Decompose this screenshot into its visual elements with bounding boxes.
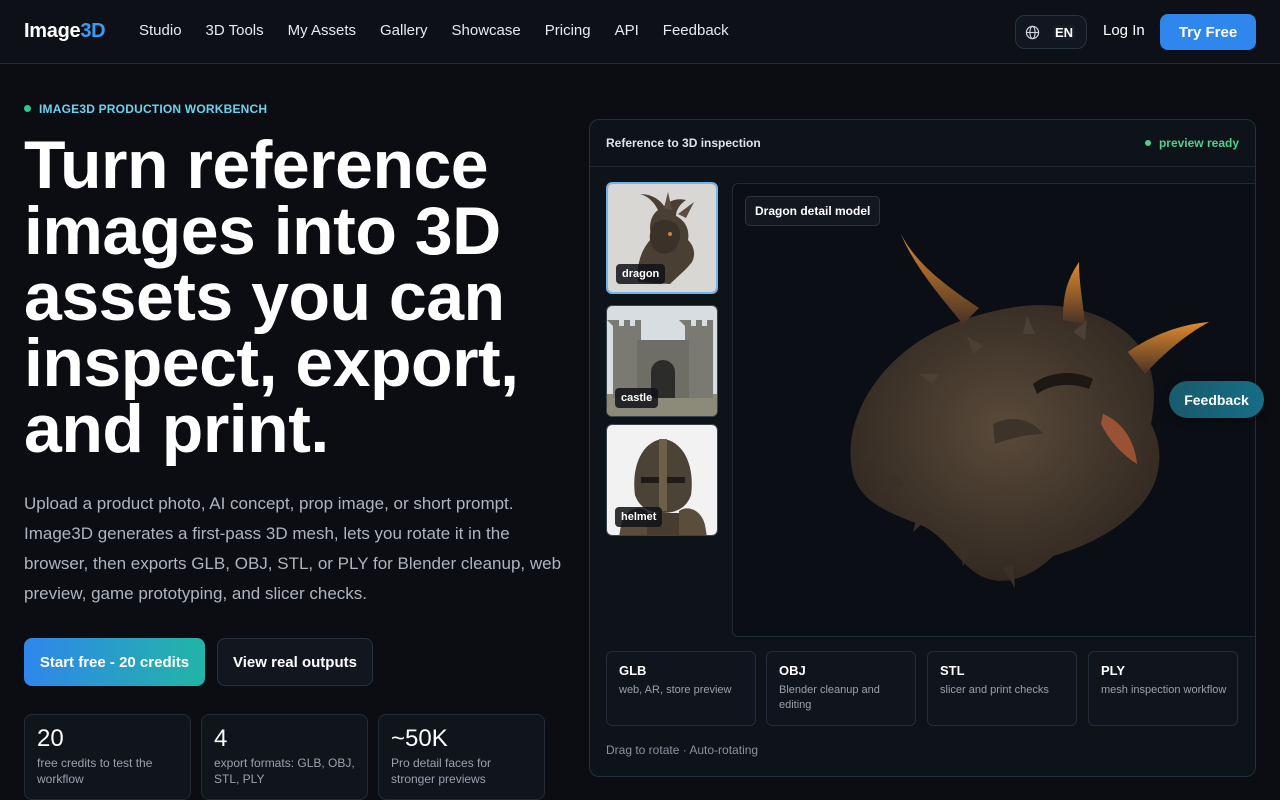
stat-card-faces: ~50K Pro detail faces for stronger previ… xyxy=(378,714,545,800)
logo-text: Image xyxy=(24,20,81,42)
format-name: OBJ xyxy=(779,663,806,678)
language-selector[interactable]: EN xyxy=(1015,15,1087,49)
login-link[interactable]: Log In xyxy=(1103,22,1145,39)
language-code: EN xyxy=(1053,25,1076,40)
format-card-glb[interactable]: GLB web, AR, store preview xyxy=(606,651,756,726)
stat-card-credits: 20 free credits to test the workflow xyxy=(24,714,191,800)
thumbnail-label: castle xyxy=(615,388,659,408)
nav-link-feedback[interactable]: Feedback xyxy=(663,22,729,39)
format-card-ply[interactable]: PLY mesh inspection workflow xyxy=(1088,651,1238,726)
status-dot xyxy=(1144,140,1151,146)
thumbnail-label: helmet xyxy=(615,507,663,527)
try-free-button[interactable]: Try Free xyxy=(1160,14,1256,50)
stat-card-formats: 4 export formats: GLB, OBJ, STL, PLY xyxy=(201,714,368,800)
thumbnail-helmet[interactable]: helmet xyxy=(606,424,718,536)
nav-link-api[interactable]: API xyxy=(615,22,639,39)
hero-description: Upload a product photo, AI concept, prop… xyxy=(24,494,562,603)
logo[interactable]: Image3D xyxy=(24,20,106,43)
panel-header: Reference to 3D inspection preview ready xyxy=(590,120,1255,167)
stat-label: Pro detail faces for stronger previews xyxy=(391,756,492,786)
format-name: GLB xyxy=(619,663,647,678)
stat-label: export formats: GLB, OBJ, STL, PLY xyxy=(214,756,355,786)
status-badge: preview ready xyxy=(1144,136,1239,150)
status-text: preview ready xyxy=(1158,136,1239,150)
panel-title: Reference to 3D inspection xyxy=(606,136,761,150)
stat-label: free credits to test the workflow xyxy=(37,756,153,786)
start-free-button[interactable]: Start free - 20 credits xyxy=(24,638,205,686)
format-card-stl[interactable]: STL slicer and print checks xyxy=(927,651,1077,726)
nav-link-gallery[interactable]: Gallery xyxy=(380,22,428,39)
nav-links: Studio 3D Tools My Assets Gallery Showca… xyxy=(139,22,729,39)
thumbnail-castle[interactable]: castle xyxy=(606,305,718,417)
nav-link-showcase[interactable]: Showcase xyxy=(452,22,521,39)
inspection-panel: Reference to 3D inspection preview ready… xyxy=(589,119,1256,777)
stat-value: 4 xyxy=(214,725,228,752)
nav-link-studio[interactable]: Studio xyxy=(139,22,182,39)
format-desc: web, AR, store preview xyxy=(619,684,732,696)
hero-headline: Turn reference images into 3D assets you… xyxy=(24,127,519,467)
nav-link-my-assets[interactable]: My Assets xyxy=(288,22,356,39)
logo-accent: 3D xyxy=(80,20,106,42)
thumbnail-label: dragon xyxy=(616,264,666,284)
nav-link-3d-tools[interactable]: 3D Tools xyxy=(206,22,264,39)
format-desc: Blender cleanup and editing xyxy=(779,684,880,711)
rotate-hint: Drag to rotate · Auto-rotating xyxy=(606,743,759,757)
model-label: Dragon detail model xyxy=(745,196,881,226)
view-outputs-button[interactable]: View real outputs xyxy=(217,638,373,686)
format-card-obj[interactable]: OBJ Blender cleanup and editing xyxy=(766,651,916,726)
format-name: PLY xyxy=(1101,663,1126,678)
stat-value: 20 xyxy=(37,725,64,752)
top-nav: Image3D Studio 3D Tools My Assets Galler… xyxy=(0,0,1280,64)
globe-icon xyxy=(1025,25,1040,40)
eyebrow-text: IMAGE3D PRODUCTION WORKBENCH xyxy=(39,102,268,116)
nav-link-pricing[interactable]: Pricing xyxy=(545,22,591,39)
format-name: STL xyxy=(940,663,965,678)
hero-eyebrow: IMAGE3D PRODUCTION WORKBENCH xyxy=(24,102,267,116)
stat-value: ~50K xyxy=(391,725,448,752)
format-desc: slicer and print checks xyxy=(940,684,1049,696)
floating-feedback-button[interactable]: Feedback xyxy=(1169,381,1264,418)
format-desc: mesh inspection workflow xyxy=(1101,684,1227,696)
thumbnail-dragon[interactable]: dragon xyxy=(606,182,718,294)
eyebrow-dot xyxy=(24,105,31,112)
